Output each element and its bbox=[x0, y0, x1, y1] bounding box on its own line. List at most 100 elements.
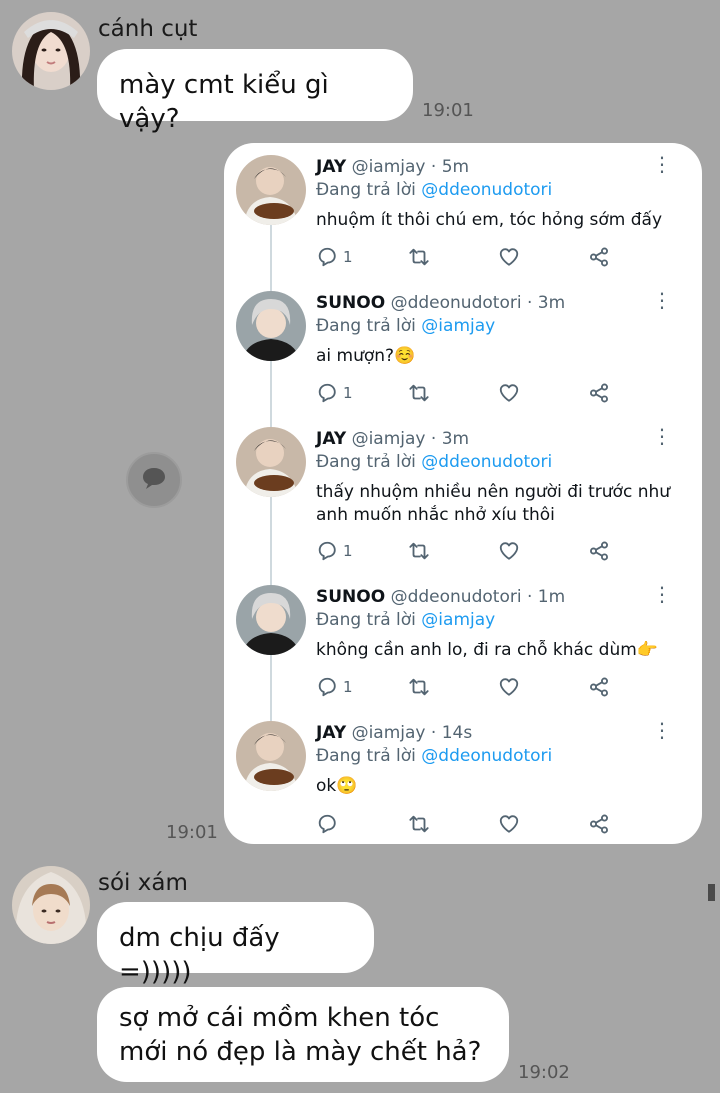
like-button[interactable] bbox=[498, 540, 520, 562]
sender-name: sói xám bbox=[98, 870, 188, 896]
message-bubble[interactable]: sợ mở cái mồm khen tóc mới nó đẹp là mày… bbox=[97, 987, 509, 1082]
tweet-reply-to: Đang trả lời @ddeonudotori bbox=[316, 452, 552, 472]
tweet-text: ok🙄 bbox=[316, 776, 358, 796]
more-vertical-icon[interactable]: ⋮ bbox=[652, 290, 672, 310]
more-vertical-icon[interactable]: ⋮ bbox=[652, 720, 672, 740]
share-forward-button[interactable] bbox=[126, 452, 182, 508]
retweet-icon bbox=[409, 384, 429, 402]
mention-link[interactable]: @ddeonudotori bbox=[421, 746, 552, 766]
avatar-soi-xam[interactable] bbox=[12, 866, 90, 944]
tweet-header: SUNOO @ddeonudotori · 1m bbox=[316, 587, 565, 607]
tweet[interactable]: SUNOO @ddeonudotori · 3m ⋮ Đang trả lời … bbox=[224, 279, 702, 415]
tweet-age: 3m bbox=[537, 293, 566, 313]
message-bubble[interactable]: mày cmt kiểu gì vậy? bbox=[97, 49, 413, 134]
share-icon bbox=[590, 814, 608, 834]
share-icon bbox=[590, 541, 608, 561]
tweet-author[interactable]: SUNOO bbox=[316, 293, 385, 313]
more-vertical-icon[interactable]: ⋮ bbox=[652, 426, 672, 446]
retweet-button[interactable] bbox=[408, 382, 430, 404]
like-button[interactable] bbox=[498, 246, 520, 268]
reply-prefix: Đang trả lời bbox=[316, 452, 416, 472]
tweet-separator: · bbox=[526, 293, 533, 313]
tweet-separator: · bbox=[526, 587, 533, 607]
retweet-button[interactable] bbox=[408, 540, 430, 562]
share-button[interactable] bbox=[588, 382, 610, 404]
mention-link[interactable]: @ddeonudotori bbox=[421, 452, 552, 472]
message-bubble[interactable]: dm chịu đấy =))))) bbox=[97, 902, 374, 987]
reply-prefix: Đang trả lời bbox=[316, 746, 416, 766]
retweet-icon bbox=[409, 678, 429, 696]
avatar-jay[interactable] bbox=[236, 427, 306, 497]
tweet-reply-to: Đang trả lời @iamjay bbox=[316, 316, 495, 336]
tweet-separator: · bbox=[430, 157, 437, 177]
retweet-button[interactable] bbox=[408, 246, 430, 268]
retweet-button[interactable] bbox=[408, 676, 430, 698]
message-time: 19:01 bbox=[422, 100, 474, 121]
avatar-jay[interactable] bbox=[236, 155, 306, 225]
reply-button[interactable]: 1 bbox=[316, 540, 353, 562]
like-button[interactable] bbox=[498, 382, 520, 404]
tweet-author[interactable]: JAY bbox=[316, 723, 346, 743]
tweet-actions: 1 bbox=[316, 540, 626, 566]
avatar-jay[interactable] bbox=[236, 721, 306, 791]
tweet-text: ai mượn?☺️ bbox=[316, 346, 416, 366]
reply-button[interactable]: 1 bbox=[316, 382, 353, 404]
reply-count: 1 bbox=[343, 542, 353, 560]
reply-button[interactable]: 1 bbox=[316, 676, 353, 698]
like-button[interactable] bbox=[498, 676, 520, 698]
reply-prefix: Đang trả lời bbox=[316, 180, 416, 200]
scrollbar-thumb[interactable] bbox=[708, 884, 715, 901]
speech-bubble-icon bbox=[141, 466, 167, 494]
tweet-text: thấy nhuộm nhiều nên người đi trước như … bbox=[316, 482, 671, 525]
tweet-author[interactable]: JAY bbox=[316, 157, 346, 177]
mention-link[interactable]: @iamjay bbox=[421, 610, 495, 630]
share-button[interactable] bbox=[588, 540, 610, 562]
reply-count: 1 bbox=[343, 248, 353, 266]
mention-link[interactable]: @iamjay bbox=[421, 316, 495, 336]
tweet-age: 14s bbox=[441, 723, 473, 743]
tweet-separator: · bbox=[430, 723, 437, 743]
tweet-handle[interactable]: @ddeonudotori bbox=[391, 587, 522, 607]
tweet-actions: 1 bbox=[316, 676, 626, 702]
tweet[interactable]: JAY @iamjay · 3m ⋮ Đang trả lời @ddeonud… bbox=[224, 415, 702, 573]
tweet-age: 5m bbox=[441, 157, 470, 177]
tweet-actions: 1 bbox=[316, 382, 626, 408]
tweet-handle[interactable]: @ddeonudotori bbox=[391, 293, 522, 313]
heart-icon bbox=[499, 248, 519, 266]
tweet-separator: · bbox=[430, 429, 437, 449]
tweet-handle[interactable]: @iamjay bbox=[352, 723, 426, 743]
shared-tweet-card[interactable]: JAY @iamjay · 5m ⋮ Đang trả lời @ddeonud… bbox=[224, 143, 702, 844]
tweet-reply-to: Đang trả lời @iamjay bbox=[316, 610, 495, 630]
mention-link[interactable]: @ddeonudotori bbox=[421, 180, 552, 200]
reply-icon bbox=[318, 814, 336, 834]
share-button[interactable] bbox=[588, 246, 610, 268]
tweet-actions: 1 bbox=[316, 246, 626, 272]
tweet[interactable]: JAY @iamjay · 14s ⋮ Đang trả lời @ddeonu… bbox=[224, 709, 702, 844]
like-button[interactable] bbox=[498, 813, 520, 835]
share-button[interactable] bbox=[588, 813, 610, 835]
tweet-actions bbox=[316, 813, 626, 839]
tweet-age: 3m bbox=[441, 429, 470, 449]
tweet-header: SUNOO @ddeonudotori · 3m bbox=[316, 293, 565, 313]
avatar-canh-cut[interactable] bbox=[12, 12, 90, 90]
tweet[interactable]: JAY @iamjay · 5m ⋮ Đang trả lời @ddeonud… bbox=[224, 143, 702, 283]
heart-icon bbox=[499, 815, 519, 833]
tweet[interactable]: SUNOO @ddeonudotori · 1m ⋮ Đang trả lời … bbox=[224, 573, 702, 709]
tweet-author[interactable]: SUNOO bbox=[316, 587, 385, 607]
avatar-sunoo[interactable] bbox=[236, 291, 306, 361]
more-vertical-icon[interactable]: ⋮ bbox=[652, 584, 672, 604]
sender-name: cánh cụt bbox=[98, 16, 198, 42]
avatar-sunoo[interactable] bbox=[236, 585, 306, 655]
tweet-handle[interactable]: @iamjay bbox=[352, 157, 426, 177]
tweet-header: JAY @iamjay · 3m bbox=[316, 429, 469, 449]
share-button[interactable] bbox=[588, 676, 610, 698]
heart-icon bbox=[499, 678, 519, 696]
tweet-author[interactable]: JAY bbox=[316, 429, 346, 449]
retweet-button[interactable] bbox=[408, 813, 430, 835]
tweet-handle[interactable]: @iamjay bbox=[352, 429, 426, 449]
more-vertical-icon[interactable]: ⋮ bbox=[652, 154, 672, 174]
reply-button[interactable]: 1 bbox=[316, 246, 353, 268]
reply-button[interactable] bbox=[316, 813, 343, 835]
retweet-icon bbox=[409, 542, 429, 560]
retweet-icon bbox=[409, 815, 429, 833]
